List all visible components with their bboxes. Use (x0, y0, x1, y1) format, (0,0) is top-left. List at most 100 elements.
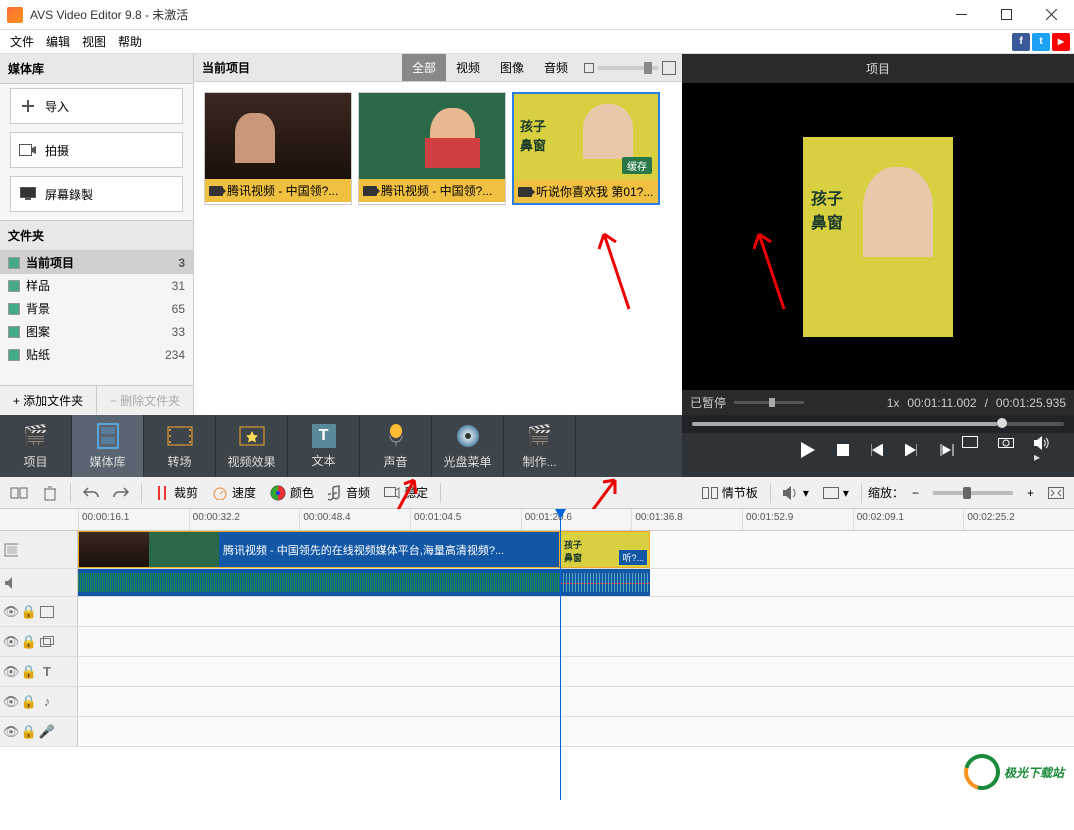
overlay-track: 👁🔒 (0, 627, 1074, 657)
facebook-icon[interactable]: f (1012, 33, 1030, 51)
video-clip-1[interactable]: 腾讯视频 - 中国领先的在线视频媒体平台,海量高清视频?... (78, 531, 560, 568)
menu-file[interactable]: 文件 (4, 31, 40, 52)
check-icon (8, 280, 20, 292)
zoom-in-icon[interactable]: + (1021, 482, 1040, 504)
preview-panel: 项目 孩子 鼻窗 已暂停 1x 00:01:11.002 / 00:01:25.… (682, 54, 1074, 415)
lock-icon[interactable]: 🔒 (22, 665, 36, 679)
thumb-image (205, 93, 351, 179)
play-button[interactable] (797, 438, 819, 462)
audio-clip-2[interactable] (560, 569, 650, 596)
eye-icon[interactable]: 👁 (4, 695, 18, 709)
import-button[interactable]: 导入 (10, 88, 183, 124)
eye-icon[interactable]: 👁 (4, 635, 18, 649)
volume-icon[interactable]: ▸ (1030, 432, 1054, 468)
audio-tool-button[interactable]: 音频 (322, 480, 376, 505)
eye-icon[interactable]: 👁 (4, 665, 18, 679)
eye-icon[interactable]: 👁 (4, 725, 18, 739)
tab-audio[interactable]: 声音 (360, 415, 432, 477)
twitter-icon[interactable]: t (1032, 33, 1050, 51)
color-button[interactable]: 颜色 (264, 480, 320, 505)
menu-view[interactable]: 视图 (76, 31, 112, 52)
video-clip-2[interactable]: 孩子 鼻窗 听?... (560, 531, 650, 568)
stabilize-button[interactable]: 稳定 (378, 480, 434, 505)
preview-image: 孩子 鼻窗 (803, 137, 953, 337)
tab-media[interactable]: 媒体库 (72, 415, 144, 477)
preview-title: 项目 (682, 54, 1074, 83)
capture-button[interactable]: 拍摄 (10, 132, 183, 168)
monitor-icon (19, 185, 37, 203)
tab-produce[interactable]: 🎬制作... (504, 415, 576, 477)
lock-icon[interactable]: 🔒 (22, 725, 36, 739)
annotation-arrow (594, 224, 634, 314)
lock-icon[interactable]: 🔒 (22, 605, 36, 619)
filter-image[interactable]: 图像 (490, 54, 534, 81)
folder-row[interactable]: 贴纸234 (0, 343, 193, 366)
video-icon (518, 187, 532, 197)
clapper2-icon: 🎬 (527, 423, 553, 449)
time-total: 00:01:25.935 (996, 396, 1066, 410)
eye-icon[interactable]: 👁 (4, 605, 18, 619)
minimize-button[interactable] (939, 0, 984, 30)
thumb-item[interactable]: 腾讯视频 - 中国领?... (204, 92, 352, 205)
zoom-slider[interactable] (598, 66, 658, 70)
tab-transition[interactable]: 转场 (144, 415, 216, 477)
volume-line-icon[interactable]: ▾ (777, 482, 815, 504)
left-panel: 媒体库 导入 拍摄 屏幕錄製 文件夹 当前项目3 样品31 背景65 图案33 … (0, 54, 194, 415)
playhead[interactable] (560, 509, 561, 800)
lock-icon[interactable]: 🔒 (22, 635, 36, 649)
youtube-icon[interactable]: ▶ (1052, 33, 1070, 51)
crop-button[interactable]: 裁剪 (148, 480, 204, 505)
lock-icon[interactable]: 🔒 (22, 695, 36, 709)
menu-edit[interactable]: 编辑 (40, 31, 76, 52)
tab-disc[interactable]: 光盘菜单 (432, 415, 504, 477)
capture-label: 拍摄 (45, 142, 69, 159)
delete-folder-button[interactable]: − 删除文件夹 (97, 386, 193, 415)
delete-button[interactable] (36, 481, 64, 505)
speed-button[interactable]: 速度 (206, 480, 262, 505)
scrub-bar[interactable] (682, 415, 1074, 433)
split-button[interactable] (4, 481, 34, 505)
audio-clip-1[interactable] (78, 569, 560, 596)
audio-track-body[interactable] (78, 569, 1074, 596)
mic-icon: 🎤 (40, 725, 54, 739)
folder-row[interactable]: 样品31 (0, 274, 193, 297)
snapshot-icon[interactable] (994, 432, 1018, 468)
redo-button[interactable] (107, 482, 135, 504)
play-range-button[interactable] (935, 440, 959, 460)
maximize-button[interactable] (984, 0, 1029, 30)
screenrec-button[interactable]: 屏幕錄製 (10, 176, 183, 212)
time-current: 00:01:11.002 (907, 396, 976, 410)
tab-effects[interactable]: 视频效果 (216, 415, 288, 477)
timeline-zoom-slider[interactable] (933, 491, 1013, 495)
aspect-icon[interactable]: ▾ (817, 482, 855, 504)
folder-row[interactable]: 图案33 (0, 320, 193, 343)
zoom-out-icon[interactable]: − (906, 482, 925, 504)
next-button[interactable] (901, 440, 921, 460)
thumb-image (359, 93, 505, 179)
folder-row[interactable]: 背景65 (0, 297, 193, 320)
thumb-item[interactable]: 腾讯视频 - 中国领?... (358, 92, 506, 205)
camera-icon (19, 141, 37, 159)
prev-button[interactable] (867, 440, 887, 460)
titlebar: AVS Video Editor 9.8 - 未激活 (0, 0, 1074, 30)
filter-all[interactable]: 全部 (402, 54, 446, 81)
undo-button[interactable] (77, 482, 105, 504)
video-track-body[interactable]: 腾讯视频 - 中国领先的在线视频媒体平台,海量高清视频?... 孩子 鼻窗 听?… (78, 531, 1074, 568)
menu-help[interactable]: 帮助 (112, 31, 148, 52)
film-icon (4, 543, 18, 557)
add-folder-button[interactable]: + 添加文件夹 (0, 386, 97, 415)
tab-text[interactable]: T文本 (288, 415, 360, 477)
close-button[interactable] (1029, 0, 1074, 30)
fullscreen-icon[interactable] (958, 432, 982, 468)
tab-project[interactable]: 🎬项目 (0, 415, 72, 477)
speed-slider[interactable] (734, 401, 879, 404)
stop-button[interactable] (833, 440, 853, 460)
thumb-zoom[interactable] (578, 61, 682, 75)
filter-video[interactable]: 视频 (446, 54, 490, 81)
thumb-item-selected[interactable]: 孩子 鼻窗 缓存 听说你喜欢我 第01?... (512, 92, 660, 205)
filter-audio[interactable]: 音频 (534, 54, 578, 81)
folder-row-current[interactable]: 当前项目3 (0, 251, 193, 274)
storyboard-button[interactable]: 情节板 (696, 480, 764, 505)
time-ruler[interactable]: 00:00:16.1 00:00:32.2 00:00:48.4 00:01:0… (0, 509, 1074, 531)
fit-icon[interactable] (1042, 483, 1070, 503)
